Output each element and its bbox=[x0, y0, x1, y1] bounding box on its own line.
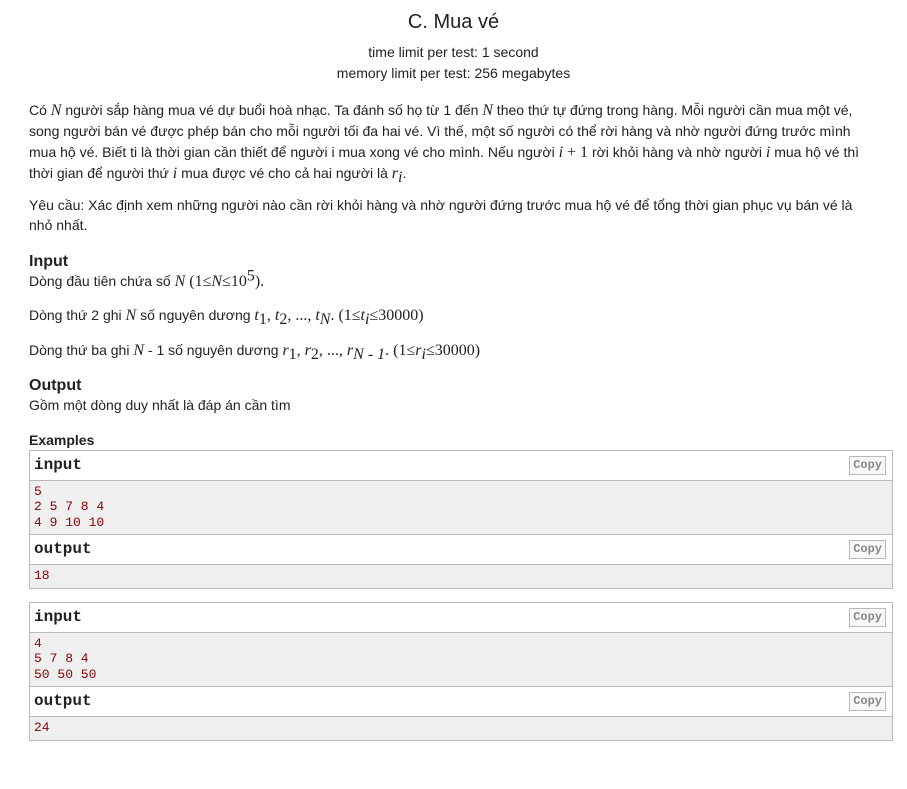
input-line: 5 7 8 4 bbox=[34, 651, 89, 667]
example-2-input[interactable]: 4 5 7 8 4 50 50 50 bbox=[30, 633, 892, 687]
input-label: input bbox=[34, 455, 83, 474]
copy-button[interactable]: Copy bbox=[849, 540, 886, 560]
output-line: 24 bbox=[34, 720, 50, 736]
example-1-input[interactable]: 5 2 5 7 8 4 4 9 10 10 bbox=[30, 481, 892, 535]
example-2-output[interactable]: 24 bbox=[30, 717, 892, 740]
input-section-title: Input bbox=[29, 252, 69, 270]
copy-button[interactable]: Copy bbox=[849, 455, 886, 475]
problem-statement: Có N người sắp hàng mua vé dự buổi hoà n… bbox=[29, 100, 893, 741]
input-line: 50 50 50 bbox=[34, 666, 97, 682]
input-line: 2 5 7 8 4 bbox=[34, 499, 105, 515]
example-2: input Copy 4 5 7 8 4 50 50 50 output Cop… bbox=[29, 601, 893, 741]
output-label: output bbox=[34, 540, 92, 559]
input-line-2: Dòng thứ 2 ghi N số nguyên dương t1, t2,… bbox=[29, 306, 424, 328]
copy-button[interactable]: Copy bbox=[849, 607, 886, 627]
output-label: output bbox=[34, 692, 92, 711]
examples-title: Examples bbox=[29, 431, 95, 448]
problem-header: C. Mua vé time limit per test: 1 second … bbox=[0, 10, 907, 84]
input-label: input bbox=[34, 607, 83, 626]
problem-title: C. Mua vé bbox=[407, 11, 500, 33]
output-description: Gồm một dòng duy nhất là đáp án cần tìm bbox=[29, 396, 291, 413]
memory-limit: memory limit per test: 256 megabytes bbox=[336, 65, 571, 81]
time-limit: time limit per test: 1 second bbox=[368, 44, 539, 60]
problem-page: C. Mua vé time limit per test: 1 second … bbox=[0, 10, 907, 789]
example-1: input Copy 5 2 5 7 8 4 4 9 10 10 output … bbox=[29, 449, 893, 589]
input-line: 4 bbox=[34, 635, 42, 651]
input-line: 4 9 10 10 bbox=[34, 514, 105, 530]
statement-paragraph-1: Có N người sắp hàng mua vé dự buổi hoà n… bbox=[29, 102, 860, 186]
output-line: 18 bbox=[34, 568, 50, 584]
input-line-1: Dòng đầu tiên chứa số N (1≤N≤105). bbox=[29, 267, 265, 290]
example-1-output[interactable]: 18 bbox=[30, 565, 892, 588]
statement-paragraph-2: Yêu cầu: Xác định xem những người nào cầ… bbox=[29, 197, 853, 234]
input-line: 5 bbox=[34, 483, 42, 499]
example-1-input-header: input Copy bbox=[30, 450, 892, 481]
copy-button[interactable]: Copy bbox=[849, 692, 886, 712]
output-section-title: Output bbox=[29, 376, 82, 394]
example-2-output-header: output Copy bbox=[30, 686, 892, 718]
example-2-input-header: input Copy bbox=[30, 602, 892, 633]
input-line-3: Dòng thứ ba ghi N - 1 số nguyên dương r1… bbox=[29, 341, 481, 363]
example-1-output-header: output Copy bbox=[30, 534, 892, 566]
